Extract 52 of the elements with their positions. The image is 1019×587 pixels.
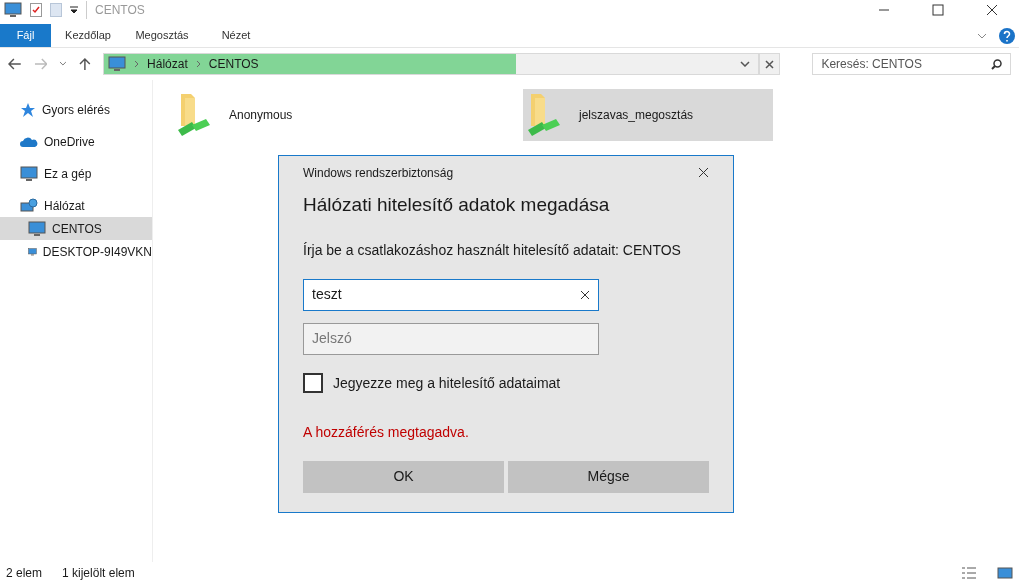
remember-checkbox[interactable] xyxy=(303,373,323,393)
folder-item[interactable]: Anonymous xyxy=(173,89,423,141)
computer-icon xyxy=(4,2,22,18)
sidebar-item[interactable]: CENTOS xyxy=(0,217,152,240)
checklist-icon[interactable] xyxy=(30,3,42,17)
breadcrumb[interactable]: CENTOS xyxy=(208,55,259,73)
close-icon[interactable] xyxy=(698,167,709,178)
cloud-icon xyxy=(20,135,38,148)
large-icons-view-icon[interactable] xyxy=(997,566,1013,580)
status-text: 1 kijelölt elem xyxy=(62,565,135,582)
ribbon-tab[interactable]: Fájl xyxy=(0,24,51,47)
address-bar[interactable]: Hálózat CENTOS xyxy=(103,53,759,75)
window-title: CENTOS xyxy=(86,1,145,19)
dropdown-icon[interactable] xyxy=(739,61,750,67)
chevron-right-icon xyxy=(195,60,201,68)
clear-address-button[interactable] xyxy=(758,53,781,75)
clear-icon[interactable] xyxy=(580,289,590,300)
breadcrumb[interactable]: Hálózat xyxy=(147,55,188,73)
search-icon xyxy=(991,58,1002,70)
sidebar-item[interactable]: Ez a gép xyxy=(0,162,152,185)
ribbon-tab[interactable]: Megosztás xyxy=(125,24,199,47)
back-icon[interactable] xyxy=(8,58,22,70)
checkbox-label: Jegyezze meg a hitelesítő adataimat xyxy=(333,373,561,393)
history-dropdown-icon[interactable] xyxy=(59,61,68,67)
star-icon xyxy=(20,101,36,118)
computer-icon xyxy=(108,56,127,72)
computer-icon xyxy=(20,165,38,182)
dialog-caption: Windows rendszerbiztonság xyxy=(303,164,455,182)
computer-icon xyxy=(28,220,46,237)
sidebar-item[interactable]: Gyors elérés xyxy=(0,98,152,121)
dialog-prompt: Írja be a csatlakozáshoz használt hitelesítő adatait: CENTOS xyxy=(303,240,682,260)
chevron-right-icon xyxy=(134,60,140,68)
password-field[interactable]: Jelszó xyxy=(303,322,599,355)
network-icon xyxy=(20,197,38,214)
sidebar-item[interactable]: OneDrive xyxy=(0,130,152,153)
dialog-button[interactable]: OK xyxy=(303,460,504,493)
username-field[interactable]: teszt xyxy=(303,278,599,311)
dropdown-icon[interactable] xyxy=(70,6,78,14)
chevron-icon[interactable] xyxy=(977,32,987,39)
ribbon-tab[interactable]: Nézet xyxy=(199,24,273,47)
folder-item[interactable]: jelszavas_megosztás xyxy=(523,89,773,141)
ribbon-tab[interactable]: Kezdőlap xyxy=(51,24,125,47)
error-message: A hozzáférés megtagadva. xyxy=(303,422,470,442)
sidebar-item[interactable]: Hálózat xyxy=(0,194,152,217)
help-icon[interactable] xyxy=(999,27,1015,44)
sidebar-item[interactable]: DESKTOP-9I49VKN xyxy=(0,240,152,263)
up-icon[interactable] xyxy=(79,57,92,71)
search-field[interactable]: Keresés: CENTOS xyxy=(812,53,1011,75)
close-icon xyxy=(765,59,775,69)
dialog-heading: Hálózati hitelesítő adatok megadása xyxy=(303,193,611,217)
status-text: 2 elem xyxy=(6,565,43,582)
dialog-button[interactable]: Mégse xyxy=(508,460,709,493)
